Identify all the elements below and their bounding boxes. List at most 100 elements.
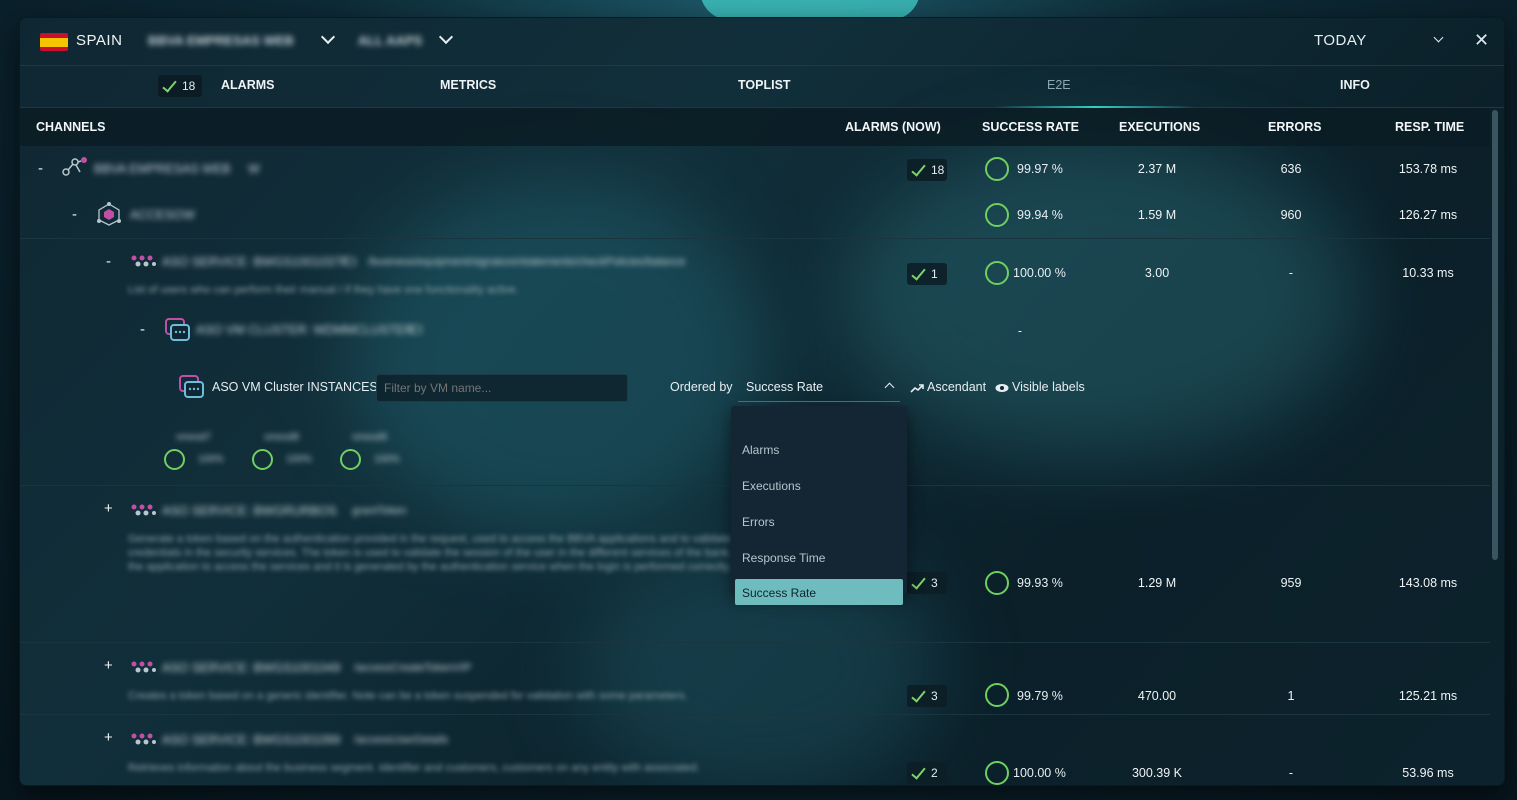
ordered-by-label: Ordered by: [670, 380, 733, 394]
check-icon: [911, 267, 925, 281]
tab-toplist[interactable]: TOPLIST: [738, 78, 791, 92]
option-response-time[interactable]: Response Time: [735, 544, 903, 570]
chevron-up-icon: [884, 382, 895, 393]
service-path: grantToken: [352, 505, 407, 517]
service-description: Creates a token based on a generic ident…: [128, 690, 688, 702]
success-rate: 99.93 %: [1017, 576, 1063, 590]
resp-time: 153.78 ms: [1398, 162, 1458, 176]
success-rate: 99.94 %: [1017, 208, 1063, 222]
cluster-tag: CI: [410, 323, 423, 337]
success-ring-icon: [164, 449, 185, 470]
success-rate: 100.00 %: [1013, 266, 1066, 280]
option-alarms[interactable]: Alarms: [735, 436, 903, 462]
app-selector[interactable]: ALL AAPS: [358, 33, 422, 48]
resp-time: 125.21 ms: [1398, 689, 1458, 703]
vm-cluster-icon: [179, 375, 204, 398]
service-name[interactable]: ASO SERVICE: BWGS1001099: [162, 733, 340, 747]
service-name[interactable]: ASO SERVICE: BWGS1001049: [162, 661, 340, 675]
hexagon-node-icon: [97, 202, 121, 226]
alarm-badge: 18: [907, 159, 947, 181]
check-icon: [911, 163, 925, 177]
ascendant-toggle[interactable]: Ascendant: [910, 380, 986, 394]
chevron-down-icon[interactable]: [320, 29, 336, 45]
executions: 1.59 M: [1137, 208, 1177, 222]
expand-toggle[interactable]: +: [104, 500, 113, 517]
executions: 300.39 K: [1131, 766, 1183, 780]
trending-up-icon: [910, 383, 924, 393]
chevron-down-icon[interactable]: [1433, 32, 1444, 43]
col-success-rate: SUCCESS RATE: [982, 120, 1080, 134]
channel-selector[interactable]: BBVA EMPRESAS WEB: [148, 33, 294, 48]
order-select[interactable]: Success Rate: [738, 370, 900, 402]
col-alarms: ALARMS (NOW): [845, 120, 941, 134]
resp-time: 143.08 ms: [1398, 576, 1458, 590]
tab-bar: 18 ALARMS METRICS TOPLIST E2E INFO: [20, 66, 1504, 108]
success-ring-icon: [340, 449, 361, 470]
errors: -: [1288, 766, 1294, 780]
collapse-toggle[interactable]: -: [38, 160, 43, 177]
tab-info[interactable]: INFO: [1340, 78, 1370, 92]
tab-alarms[interactable]: ALARMS: [221, 78, 274, 92]
service-path: /accessUserDetails: [354, 734, 449, 746]
visible-labels-toggle[interactable]: Visible labels: [995, 380, 1085, 394]
tab-e2e[interactable]: E2E: [1047, 78, 1071, 92]
success-rate: -: [1017, 324, 1023, 338]
executions: 3.00: [1144, 266, 1170, 280]
executions: 470.00: [1137, 689, 1177, 703]
expand-toggle[interactable]: +: [104, 729, 113, 746]
col-executions: EXECUTIONS: [1119, 120, 1201, 134]
background-shape: [700, 0, 920, 20]
success-ring-icon: [985, 261, 1009, 285]
vm-filter-input[interactable]: [376, 374, 628, 402]
chevron-down-icon[interactable]: [438, 29, 454, 45]
success-rate: 100.00 %: [1013, 766, 1066, 780]
collapse-toggle[interactable]: -: [106, 253, 111, 270]
table-row: - ACCESO W 99.94 % 1.59 M 960 126.27 ms: [20, 192, 1490, 239]
instances-label: ASO VM Cluster INSTANCES: [212, 380, 378, 394]
network-icon: [62, 157, 87, 176]
col-resp-time: RESP. TIME: [1395, 120, 1465, 134]
option-success-rate[interactable]: Success Rate: [735, 579, 903, 605]
service-icon: [131, 661, 156, 673]
service-path: /accessCreateTokenVIP: [354, 662, 472, 674]
service-icon: [131, 255, 156, 267]
close-icon[interactable]: ✕: [1474, 30, 1489, 51]
period-selector[interactable]: TODAY: [1314, 32, 1367, 49]
service-name[interactable]: ASO SERVICE: BWGRURBOS: [162, 504, 337, 518]
channel-tag: W: [248, 162, 260, 176]
tab-metrics[interactable]: METRICS: [440, 78, 496, 92]
table-header: CHANNELS ALARMS (NOW) SUCCESS RATE EXECU…: [20, 108, 1490, 146]
eye-icon: [995, 383, 1009, 392]
success-ring-icon: [985, 203, 1009, 227]
check-icon: [911, 689, 925, 703]
success-ring-icon: [985, 683, 1009, 707]
vm-instance[interactable]: vmesd8 100%: [250, 430, 325, 478]
option-executions[interactable]: Executions: [735, 472, 903, 498]
vm-instance[interactable]: vmesd9 100%: [338, 430, 413, 478]
success-ring-icon: [252, 449, 273, 470]
vertical-scrollbar[interactable]: [1492, 110, 1498, 560]
resp-time: 53.96 ms: [1402, 766, 1454, 780]
channel-name[interactable]: ACCESO: [130, 208, 183, 222]
table-row: + ASO SERVICE: BWGS1001099 /accessUserDe…: [20, 715, 1490, 785]
order-dropdown-menu: Alarms Executions Errors Response Time S…: [731, 406, 907, 605]
alarm-count-badge: 18: [158, 75, 202, 97]
channel-tag: W: [183, 208, 195, 222]
errors: 960: [1280, 208, 1302, 222]
service-path: /business/equipment/signature/statements…: [368, 256, 686, 268]
errors: 1: [1287, 689, 1295, 703]
check-icon: [911, 766, 925, 780]
service-name[interactable]: ASO SERVICE: BWGS1001037F: [162, 255, 348, 269]
channel-name[interactable]: BBVA EMPRESAS WEB: [94, 162, 231, 176]
errors: 636: [1280, 162, 1302, 176]
vm-instance[interactable]: vmesd7 100%: [162, 430, 237, 478]
collapse-toggle[interactable]: -: [72, 206, 77, 223]
expand-toggle[interactable]: +: [104, 657, 113, 674]
table-row: + ASO SERVICE: BWGS1001049 /accessCreate…: [20, 643, 1490, 715]
cluster-name[interactable]: ASO VM CLUSTER: WDMMCLUSTER: [196, 323, 413, 337]
executions: 1.29 M: [1137, 576, 1177, 590]
success-ring-icon: [985, 571, 1009, 595]
option-errors[interactable]: Errors: [735, 508, 903, 534]
service-icon: [131, 504, 156, 516]
collapse-toggle[interactable]: -: [140, 321, 145, 338]
